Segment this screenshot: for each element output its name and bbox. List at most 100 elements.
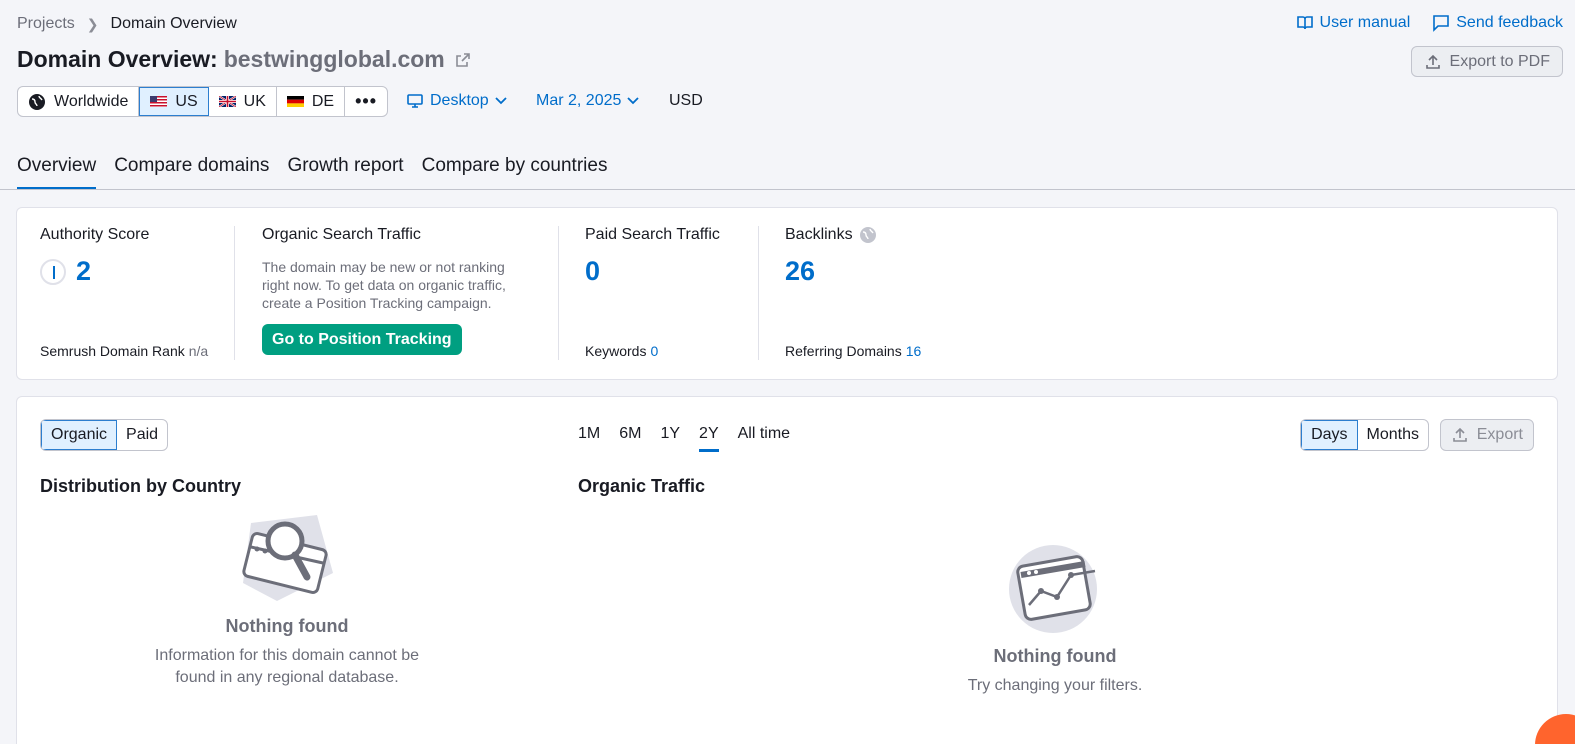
referring-domains-value[interactable]: 16 [906,343,922,359]
backlinks-title-label: Backlinks [785,226,853,243]
top-links: User manual Send feedback [1296,14,1563,32]
globe-icon [29,93,45,110]
authority-score-metric: Authority Score 2 [40,226,149,287]
domain-rank-label: Semrush Domain Rank [40,343,185,359]
toggle-organic[interactable]: Organic [41,420,118,450]
currency-label: USD [669,92,703,109]
distribution-empty-title: Nothing found [225,616,349,636]
date-label: Mar 2, 2025 [536,92,622,109]
page-title-domain[interactable]: bestwingglobal.com [224,46,445,73]
us-flag-icon [150,96,168,107]
organic-traffic-empty-title: Nothing found [993,646,1117,666]
paid-keywords-label: Keywords [585,343,647,359]
paid-traffic-metric: Paid Search Traffic 0 [585,226,720,287]
distribution-title: Distribution by Country [40,476,241,496]
backlinks-value[interactable]: 26 [785,256,877,287]
db-uk-label: UK [243,92,266,110]
book-icon [1296,16,1313,30]
tabs-divider [0,189,1575,190]
db-worldwide-label: Worldwide [54,92,129,110]
db-worldwide[interactable]: Worldwide [18,87,140,116]
organic-traffic-description: The domain may be new or not ranking rig… [262,259,506,311]
globe-icon[interactable] [859,226,877,244]
distribution-empty-text: Information for this domain cannot be fo… [154,647,420,686]
chat-icon [1433,15,1450,32]
more-dots-icon: ••• [355,91,378,111]
organic-traffic-chart-title: Organic Traffic [578,476,706,496]
traffic-card: Organic Paid 1M 6M 1Y 2Y All time Days M… [16,396,1558,744]
desktop-icon [407,94,423,108]
magnifier-illustration-icon [242,515,333,601]
device-label: Desktop [430,92,489,109]
export-pdf-button[interactable]: Export to PDF [1410,46,1563,77]
export-label: Export [1476,426,1523,443]
user-manual-link[interactable]: User manual [1296,14,1411,32]
db-us-label: US [175,92,198,110]
db-us[interactable]: US [139,87,209,116]
upload-icon [1452,427,1467,442]
divider [558,226,559,360]
referring-domains-label: Referring Domains [785,343,902,359]
domain-rank: Semrush Domain Rank n/a [40,343,208,359]
main-tabs: Overview Compare domains Growth report C… [17,155,607,190]
period-1m[interactable]: 1M [578,425,600,452]
send-feedback-link[interactable]: Send feedback [1432,14,1563,32]
authority-score-title: Authority Score [40,226,150,243]
period-selector: 1M 6M 1Y 2Y All time [578,425,790,452]
go-to-position-tracking-button[interactable]: Go to Position Tracking [262,324,462,355]
chevron-down-icon [495,97,507,105]
de-flag-icon [286,96,304,107]
database-selector: Worldwide US UK DE ••• [17,86,389,117]
chart-window-illustration-icon [1009,545,1097,633]
export-pdf-label: Export to PDF [1449,52,1550,70]
period-1y[interactable]: 1Y [660,425,680,452]
tab-compare-by-countries[interactable]: Compare by countries [422,155,608,190]
tab-compare-domains[interactable]: Compare domains [114,155,269,190]
divider [758,226,759,360]
distribution-empty-state: Nothing found Information for this domai… [137,513,437,689]
chevron-right-icon: ❯ [86,15,99,32]
organic-traffic-empty-text: Try changing your filters. [967,677,1143,694]
db-de-label: DE [311,92,335,110]
breadcrumb: Projects ❯ Domain Overview [17,15,237,33]
organic-traffic-empty-state: Nothing found Try changing your filters. [905,543,1205,697]
authority-score-value[interactable]: 2 [76,256,91,287]
paid-traffic-value[interactable]: 0 [585,256,720,287]
organic-traffic-title: Organic Search Traffic [262,226,421,243]
toggle-paid[interactable]: Paid [117,420,167,450]
domain-rank-value: n/a [188,343,209,359]
breadcrumb-projects[interactable]: Projects [17,15,75,33]
tab-overview[interactable]: Overview [17,155,97,190]
toggle-days[interactable]: Days [1301,420,1358,450]
export-button[interactable]: Export [1439,419,1534,451]
paid-keywords: Keywords 0 [585,343,658,359]
more-databases-button[interactable]: ••• [345,87,387,116]
period-2y[interactable]: 2Y [699,425,719,452]
granularity-toggle: Days Months [1300,419,1429,451]
organic-traffic-metric: Organic Search Traffic The domain may be… [262,226,532,355]
authority-score-gauge-icon [40,258,66,285]
date-dropdown[interactable]: Mar 2, 2025 [536,92,640,110]
referring-domains: Referring Domains 16 [785,343,921,359]
device-dropdown[interactable]: Desktop [406,92,507,110]
chevron-down-icon [627,97,640,105]
page-title: Domain Overview: bestwingglobal.com [17,46,471,73]
send-feedback-label: Send feedback [1456,14,1563,31]
external-link-icon[interactable] [455,52,471,68]
period-6m[interactable]: 6M [619,425,641,452]
db-uk[interactable]: UK [209,87,277,116]
backlinks-metric: Backlinks 26 [785,226,877,287]
upload-icon [1425,54,1440,69]
user-manual-label: User manual [1319,14,1411,31]
uk-flag-icon [218,96,236,107]
metrics-card: Authority Score 2 Semrush Domain Rank n/a… [16,207,1558,380]
backlinks-title: Backlinks [785,226,877,244]
toggle-months[interactable]: Months [1358,420,1428,450]
tab-growth-report[interactable]: Growth report [287,155,403,190]
period-all-time[interactable]: All time [738,425,790,452]
page-title-prefix: Domain Overview: [17,46,218,72]
paid-keywords-value[interactable]: 0 [650,343,658,359]
paid-traffic-title: Paid Search Traffic [585,226,720,243]
traffic-type-toggle: Organic Paid [40,419,169,451]
db-de[interactable]: DE [277,87,346,116]
